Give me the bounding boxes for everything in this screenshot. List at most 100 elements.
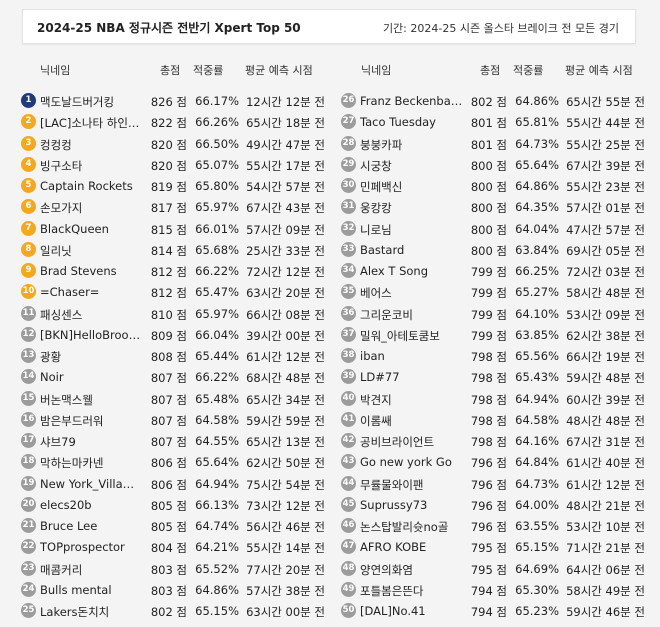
score-cell: 822 점 — [150, 116, 187, 131]
score-cell: 799 점 — [470, 286, 507, 301]
avg-time-cell: 66시간 08분 전 — [246, 307, 325, 322]
table-row: 8 일리닛 814 점 65.68% 25시간 33분 전 — [21, 240, 327, 260]
rate-cell: 65.15% — [195, 604, 239, 618]
rate-cell: 65.64% — [195, 455, 239, 470]
nickname-cell: [LAC]소나타 하인… — [40, 116, 140, 131]
rate-cell: 64.86% — [515, 179, 559, 193]
table-row: 36 그리운코비 799 점 64.10% 53시간 09분 전 — [341, 304, 647, 324]
nickname-cell: 맥도날드버거킹 — [40, 95, 115, 109]
rank-badge: 1 — [21, 93, 36, 108]
score-cell: 796 점 — [470, 456, 507, 471]
rank-badge: 20 — [21, 496, 36, 512]
rank-badge: 17 — [21, 433, 36, 448]
avg-time-cell: 67시간 39분 전 — [566, 158, 645, 173]
nickname-cell: 샤브79 — [40, 435, 76, 449]
nickname-cell: 밤은부드러워 — [40, 413, 104, 428]
avg-time-cell: 55시간 25분 전 — [566, 137, 645, 152]
table-row: 29 시궁창 800 점 65.64% 67시간 39분 전 — [341, 155, 647, 175]
rate-cell: 64.58% — [195, 412, 239, 427]
table-row: 35 베어스 799 점 65.27% 58시간 48분 전 — [341, 282, 647, 302]
table-row: 26 Franz Beckenba… 802 점 64.86% 65시간 55분 전 — [341, 91, 647, 111]
avg-time-cell: 77시간 20분 전 — [246, 562, 325, 577]
nickname-cell: 박견지 — [360, 392, 392, 407]
nickname-cell: Franz Beckenba… — [360, 94, 463, 108]
rank-badge: 18 — [21, 454, 36, 470]
rate-cell: 64.00% — [515, 497, 559, 512]
nickname-cell: AFRO KOBE — [360, 540, 427, 555]
table-row: 30 민페백신 800 점 64.86% 55시간 23분 전 — [341, 176, 647, 196]
table-row: 38 iban 798 점 65.56% 66시간 19분 전 — [341, 346, 647, 366]
avg-time-cell: 56시간 46분 전 — [246, 520, 325, 534]
rate-cell: 65.30% — [515, 582, 559, 597]
header-panel: 2024-25 NBA 정규시즌 전반기 Xpert Top 50 기간: 20… — [22, 9, 636, 44]
score-cell: 800 점 — [470, 222, 507, 237]
rate-cell: 66.25% — [515, 264, 559, 278]
score-cell: 800 점 — [470, 158, 507, 173]
score-cell: 807 점 — [150, 371, 187, 386]
score-cell: 814 점 — [150, 243, 187, 258]
score-cell: 803 점 — [150, 583, 187, 598]
rate-cell: 66.04% — [195, 327, 239, 342]
table-row: 11 패싱센스 810 점 65.97% 66시간 08분 전 — [21, 304, 327, 324]
nickname-cell: Lakers돈치치 — [40, 605, 110, 619]
avg-time-cell: 64시간 06분 전 — [566, 562, 645, 577]
avg-time-cell: 39시간 00분 전 — [246, 328, 325, 343]
nickname-cell: 웅캉캉 — [360, 201, 392, 216]
rank-badge: 46 — [341, 518, 356, 533]
score-cell: 798 점 — [470, 435, 507, 449]
nickname-cell: =Chaser= — [40, 285, 100, 300]
rank-badge: 44 — [341, 475, 356, 491]
table-row: 1 맥도날드버거킹 826 점 66.17% 12시간 12분 전 — [21, 91, 327, 111]
column-header-time-right: 평균 예측 시점 — [565, 64, 633, 77]
score-cell: 800 점 — [470, 201, 507, 216]
score-cell: 794 점 — [470, 583, 507, 598]
nickname-cell: [BKN]HelloBroo… — [40, 327, 141, 342]
rate-cell: 64.04% — [515, 221, 559, 236]
avg-time-cell: 73시간 12분 전 — [246, 498, 325, 513]
rate-cell: 66.22% — [195, 264, 239, 278]
rank-badge: 4 — [21, 156, 36, 172]
rate-cell: 64.16% — [515, 434, 559, 448]
table-row: 49 포틀봄은뜬다 794 점 65.30% 58시간 49분 전 — [341, 580, 647, 600]
avg-time-cell: 47시간 57분 전 — [566, 222, 645, 237]
avg-time-cell: 58시간 48분 전 — [566, 286, 645, 301]
avg-time-cell: 62시간 50분 전 — [246, 456, 325, 471]
avg-time-cell: 59시간 48분 전 — [566, 371, 645, 386]
rank-badge: 7 — [21, 220, 36, 236]
table-row: 33 Bastard 800 점 63.84% 69시간 05분 전 — [341, 240, 647, 260]
table-row: 9 Brad Stevens 812 점 66.22% 72시간 12분 전 — [21, 261, 327, 281]
nickname-cell: Go new york Go — [360, 455, 452, 470]
rate-cell: 63.84% — [515, 242, 559, 257]
table-row: 21 Bruce Lee 805 점 64.74% 56시간 46분 전 — [21, 516, 327, 536]
avg-time-cell: 75시간 54분 전 — [246, 477, 325, 492]
nickname-cell: Bulls mental — [40, 582, 112, 597]
column-header-nickname-right: 닉네임 — [361, 64, 392, 77]
avg-time-cell: 65시간 13분 전 — [246, 435, 325, 449]
avg-time-cell: 62시간 38분 전 — [566, 328, 645, 343]
avg-time-cell: 53시간 10분 전 — [566, 520, 645, 534]
avg-time-cell: 61시간 12분 전 — [566, 477, 645, 492]
table-row: 24 Bulls mental 803 점 64.86% 57시간 38분 전 — [21, 580, 327, 600]
nickname-cell: TOPprospector — [40, 540, 125, 555]
rate-cell: 63.85% — [515, 327, 559, 342]
rank-badge: 31 — [341, 199, 356, 215]
nickname-cell: BlackQueen — [40, 221, 109, 236]
score-cell: 810 점 — [150, 307, 187, 322]
column-header-time-left: 평균 예측 시점 — [245, 64, 313, 77]
nickname-cell: 밀워_아테토쿰보 — [360, 328, 440, 343]
avg-time-cell: 60시간 39분 전 — [566, 392, 645, 407]
nickname-cell: 막하는마카넨 — [40, 456, 104, 471]
rank-badge: 28 — [341, 135, 356, 151]
score-cell: 804 점 — [150, 541, 187, 556]
nickname-cell: Suprussy73 — [360, 497, 428, 512]
avg-time-cell: 48시간 48분 전 — [566, 413, 645, 428]
nickname-cell: 손모가지 — [40, 201, 83, 216]
avg-time-cell: 59시간 46분 전 — [566, 605, 645, 619]
rank-badge: 50 — [341, 603, 356, 618]
rate-cell: 64.73% — [515, 476, 559, 491]
rank-badge: 5 — [21, 178, 36, 193]
score-cell: 819 점 — [150, 180, 187, 194]
rate-cell: 65.23% — [515, 604, 559, 618]
rate-cell: 66.17% — [195, 94, 239, 108]
rate-cell: 65.97% — [195, 200, 239, 215]
